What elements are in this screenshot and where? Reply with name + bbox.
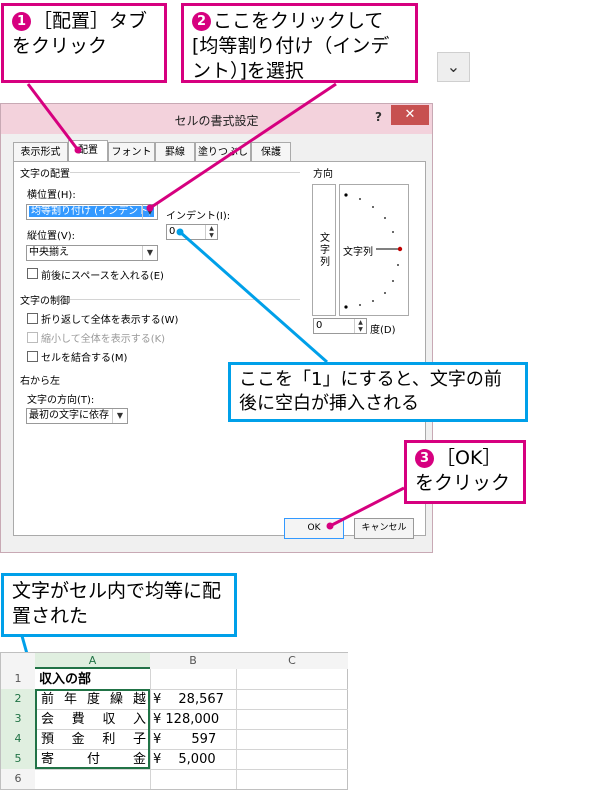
vertical-select[interactable]: 中央揃え ▼ — [26, 245, 158, 261]
text-direction-select[interactable]: 最初の文字に依存 ▼ — [26, 408, 128, 424]
dial-text: 文字列 — [343, 247, 373, 258]
row-header-3[interactable]: 3 — [1, 709, 35, 729]
shrink-to-fit-checkbox — [27, 332, 38, 343]
sheet-title[interactable]: 収入の部 — [39, 670, 91, 689]
degrees-label: 度(D) — [370, 325, 396, 336]
tab-alignment[interactable]: 配置 — [68, 140, 108, 162]
text-alignment-section: 文字の配置 — [20, 169, 70, 180]
chevron-down-icon: ▼ — [142, 246, 157, 260]
wrap-text-label: 折り返して全体を表示する(W) — [41, 315, 179, 326]
row-header-1[interactable]: 1 — [1, 669, 35, 689]
indent-note-callout: ここを「1」にすると、文字の前後に空白が挿入される — [228, 362, 528, 422]
column-header-b[interactable]: B — [150, 653, 236, 669]
step3-callout: 3 ［OK］をクリック — [404, 440, 526, 504]
rtl-section: 右から左 — [20, 376, 60, 387]
row-header-2[interactable]: 2 — [1, 689, 35, 709]
text-direction-label: 文字の方向(T): — [27, 395, 95, 406]
spinner-arrows-icon[interactable]: ▲ ▼ — [205, 225, 217, 239]
tab-border[interactable]: 罫線 — [155, 142, 195, 161]
item-amount[interactable]: ¥ 28,567 — [153, 690, 233, 709]
wrap-text-checkbox[interactable] — [27, 313, 38, 324]
vertical-text: 文字列 — [320, 233, 330, 268]
step2-text: ここをクリックして[均等割り付け（インデント）]を選択 — [192, 10, 390, 82]
spreadsheet: A B C 1 2 3 4 5 6 収入の部 前年度繰越 ¥ 28,567 会費… — [0, 652, 348, 790]
tab-fill[interactable]: 塗りつぶし — [195, 142, 251, 161]
chevron-down-icon[interactable]: ⌄ — [437, 52, 470, 82]
step2-callout: 2 ここをクリックして[均等割り付け（インデント）]を選択 — [181, 3, 418, 83]
spinner-arrows-icon[interactable]: ▲ ▼ — [354, 319, 366, 333]
indent-value: 0 — [169, 226, 176, 237]
tab-font[interactable]: フォント — [108, 142, 155, 161]
step3-number: 3 — [415, 449, 434, 468]
tab-number[interactable]: 表示形式 — [13, 142, 68, 161]
indent-note-text: ここを「1」にすると、文字の前後に空白が挿入される — [239, 369, 502, 414]
vertical-value: 中央揃え — [29, 247, 69, 258]
shrink-to-fit-label: 縮小して全体を表示する(K) — [41, 334, 166, 345]
vertical-label: 縦位置(V): — [27, 231, 76, 242]
indent-spinner[interactable]: 0 ▲ ▼ — [166, 224, 218, 240]
cancel-button[interactable]: キャンセル — [354, 518, 414, 539]
dialog-title: セルの書式設定 — [174, 114, 259, 128]
row-header-6[interactable]: 6 — [1, 769, 35, 789]
tab-protection[interactable]: 保護 — [251, 142, 291, 161]
result-note-text: 文字がセル内で均等に配置された — [12, 580, 222, 627]
item-amount[interactable]: ¥ 5,000 — [153, 750, 233, 769]
close-button[interactable]: ✕ — [391, 105, 429, 125]
step1-callout: 1 ［配置］タブをクリック — [1, 3, 167, 83]
column-header-c[interactable]: C — [236, 653, 348, 669]
selection-range — [35, 689, 150, 769]
help-icon[interactable]: ? — [375, 110, 382, 124]
chevron-down-icon: ▼ — [142, 205, 157, 219]
degrees-value: 0 — [316, 320, 323, 331]
horizontal-value: 均等割り付け (インデント) — [29, 206, 154, 217]
chevron-down-icon: ▼ — [112, 409, 127, 423]
merge-cells-label: セルを結合する(M) — [41, 353, 128, 364]
corner-cell — [1, 653, 35, 669]
item-amount[interactable]: ¥ 128,000 — [153, 710, 233, 729]
ok-button[interactable]: OK — [284, 518, 344, 539]
dialog-titlebar: セルの書式設定 ? ✕ — [1, 104, 432, 134]
item-amount[interactable]: ¥ 597 — [153, 730, 233, 749]
text-control-section: 文字の制御 — [20, 296, 70, 307]
horizontal-label: 横位置(H): — [27, 190, 76, 201]
step1-number: 1 — [12, 12, 31, 31]
text-direction-value: 最初の文字に依存 — [29, 410, 109, 421]
vertical-text-box[interactable]: 文字列 — [312, 184, 336, 316]
row-header-4[interactable]: 4 — [1, 729, 35, 749]
step2-number: 2 — [192, 12, 211, 31]
horizontal-select[interactable]: 均等割り付け (インデント) ▼ — [26, 204, 158, 220]
step1-text: ［配置］タブをクリック — [12, 10, 148, 57]
orientation-dial[interactable]: 文字列 — [339, 184, 409, 316]
indent-label: インデント(I): — [166, 211, 231, 222]
justify-distributed-checkbox[interactable] — [27, 268, 38, 279]
merge-cells-checkbox[interactable] — [27, 351, 38, 362]
justify-distributed-label: 前後にスペースを入れる(E) — [41, 271, 164, 282]
row-header-5[interactable]: 5 — [1, 749, 35, 769]
column-header-a[interactable]: A — [35, 653, 150, 669]
result-note-callout: 文字がセル内で均等に配置された — [1, 573, 237, 637]
orientation-section: 方向 — [313, 169, 333, 180]
degrees-spinner[interactable]: 0 ▲ ▼ — [313, 318, 367, 334]
